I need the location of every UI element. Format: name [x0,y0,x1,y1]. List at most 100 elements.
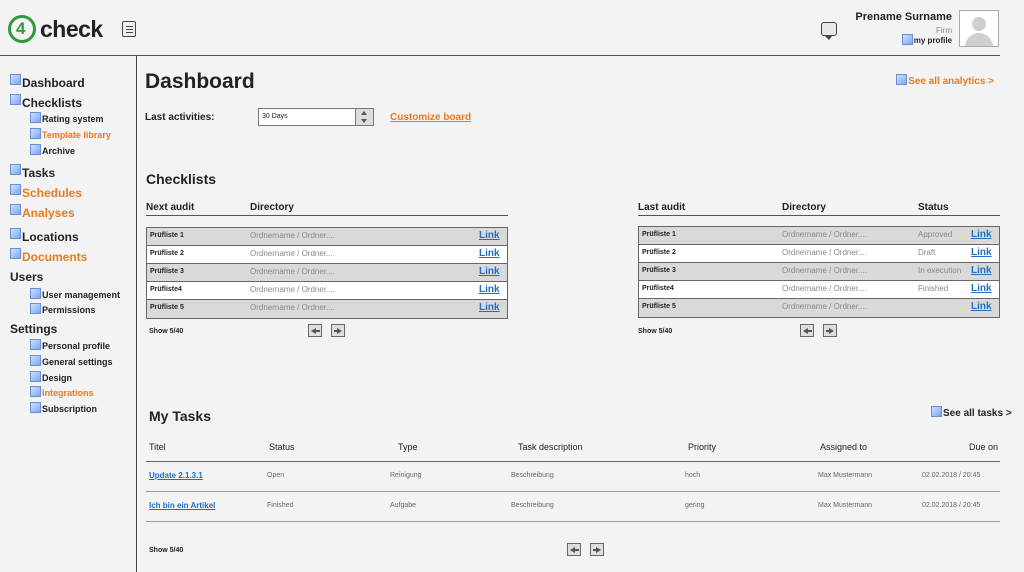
checklist-status: In execution [918,266,962,275]
page-title: Dashboard [145,70,255,93]
my-profile-link[interactable]: my profile [901,34,952,47]
sidebar-item-users[interactable]: Users [10,270,43,284]
prev-page-icon[interactable] [308,324,322,337]
sidebar-item-settings[interactable]: Settings [10,322,57,336]
checklist-name: Prüfliste4 [150,286,182,293]
task-title-link[interactable]: Ich bin ein Artikel [149,501,215,510]
broken-image-icon [10,228,21,239]
prev-page-icon[interactable] [567,543,581,556]
sidebar-item-integrations[interactable]: Integrations [30,386,94,399]
checklist-link[interactable]: Link [971,247,992,258]
task-due-on: 02.02.2018 / 20:45 [922,502,981,509]
sidebar-item-general-settings[interactable]: General settings [30,355,113,368]
task-title-link[interactable]: Update 2.1.3.1 [149,471,203,480]
task-status: Open [267,472,285,479]
next-page-icon[interactable] [331,324,345,337]
task-assigned-to: Max Mustermann [818,502,873,509]
checklist-directory: Ordnername / Ordner.... [782,284,867,293]
task-description: Beschreibung [511,472,554,479]
table-row[interactable]: Prüfliste 2 Ordnername / Ordner.... Draft L… [639,245,999,263]
table-row[interactable]: Prüfliste 5 Ordnername / Ordner.... Link [147,300,507,318]
last-activities-select[interactable]: 30 Days [258,108,374,126]
row-divider [146,521,1000,522]
checklist-directory: Ordnername / Ordner.... [782,302,867,311]
broken-image-icon [30,402,41,413]
broken-image-icon [10,248,21,259]
checklist-link[interactable]: Link [971,229,992,240]
header-divider [0,55,1000,56]
see-all-analytics-link[interactable]: See all analytics > [896,74,994,87]
header-underline [146,215,508,216]
table-row[interactable]: Prüfliste4 Ordnername / Ordner.... Link [147,282,507,300]
menu-icon[interactable] [122,21,136,37]
sidebar-item-label: General settings [42,357,113,367]
header-underline [146,461,1000,462]
task-status: Finished [267,502,294,509]
col-header-status: Status [269,442,295,452]
task-type: Aufgabe [390,502,417,509]
broken-image-icon [896,74,908,85]
checklist-link[interactable]: Link [479,284,500,295]
sidebar-item-rating-system[interactable]: Rating system [30,112,104,125]
next-page-icon[interactable] [823,324,837,337]
see-all-analytics-label: See all analytics > [908,76,994,87]
sidebar-item-label: Subscription [42,404,98,414]
sidebar-item-label: Template library [42,130,111,140]
sidebar-item-tasks[interactable]: Tasks [10,164,55,180]
checklist-name: Prüfliste 3 [150,268,184,275]
chat-icon[interactable] [821,22,837,40]
task-assigned-to: Max Mustermann [818,472,873,479]
table-row[interactable]: Prüfliste 2 Ordnername / Ordner.... Link [147,246,507,264]
sidebar-item-documents[interactable]: Documents [10,248,87,264]
checklist-link[interactable]: Link [479,248,500,259]
table-row[interactable]: Prüfliste 3 Ordnername / Ordner.... In exe… [639,263,999,281]
checklist-link[interactable]: Link [971,301,992,312]
sidebar-item-dashboard[interactable]: Dashboard [10,74,85,90]
logo[interactable]: 4 check [8,13,103,45]
col-header-directory: Directory [782,202,826,213]
sidebar-item-label: Permissions [42,305,96,315]
customize-board-link[interactable]: Customize board [390,112,471,123]
checklist-status: Approved [918,230,953,239]
col-header-status: Status [918,202,949,213]
avatar[interactable] [959,10,999,47]
checklist-directory: Ordnername / Ordner.... [250,249,335,258]
checklist-link[interactable]: Link [971,283,992,294]
sidebar-item-checklists[interactable]: Checklists [10,94,82,110]
table-row[interactable]: Prüfliste 1 Ordnername / Ordner.... Approv… [639,227,999,245]
checklist-name: Prüfliste 1 [150,232,184,239]
checklist-link[interactable]: Link [479,302,500,313]
table-row[interactable]: Prüfliste4 Ordnername / Ordner.... Finishe… [639,281,999,299]
checklist-directory: Ordnername / Ordner.... [250,267,335,276]
col-header-priority: Priority [688,442,717,452]
sidebar-item-label: Dashboard [22,76,85,90]
sidebar-item-schedules[interactable]: Schedules [10,184,82,200]
sidebar-item-label: Design [42,373,73,383]
sidebar-item-archive[interactable]: Archive [30,144,76,157]
see-all-tasks-link[interactable]: See all tasks > [931,406,1012,419]
sidebar-item-subscription[interactable]: Subscription [30,402,98,415]
sidebar-item-personal-profile[interactable]: Personal profile [30,339,110,352]
sidebar-item-design[interactable]: Design [30,371,73,384]
next-page-icon[interactable] [590,543,604,556]
sidebar-item-label: Analyses [22,206,75,220]
sidebar-item-user-management[interactable]: User management [30,288,120,301]
broken-image-icon [10,204,21,215]
table-row[interactable]: Prüfliste 3 Ordnername / Ordner.... Link [147,264,507,282]
table-row[interactable]: Prüfliste 5 Ordnername / Ordner.... Link [639,299,999,317]
sidebar-item-label: Archive [42,146,76,156]
checklist-directory: Ordnername / Ordner.... [782,230,867,239]
checklist-link[interactable]: Link [479,266,500,277]
table-row[interactable]: Prüfliste 1 Ordnername / Ordner.... Link [147,228,507,246]
checklist-link[interactable]: Link [971,265,992,276]
sidebar-item-template-library[interactable]: Template library [30,128,111,141]
broken-image-icon [10,74,21,85]
checklist-name: Prüfliste 1 [642,231,676,238]
sidebar-item-permissions[interactable]: Permissions [30,303,96,316]
prev-page-icon[interactable] [800,324,814,337]
sidebar-item-analyses[interactable]: Analyses [10,204,75,220]
sidebar-item-locations[interactable]: Locations [10,228,79,244]
checklist-link[interactable]: Link [479,230,500,241]
spinner-arrows-icon[interactable] [355,109,373,125]
avatar-body [965,33,993,46]
